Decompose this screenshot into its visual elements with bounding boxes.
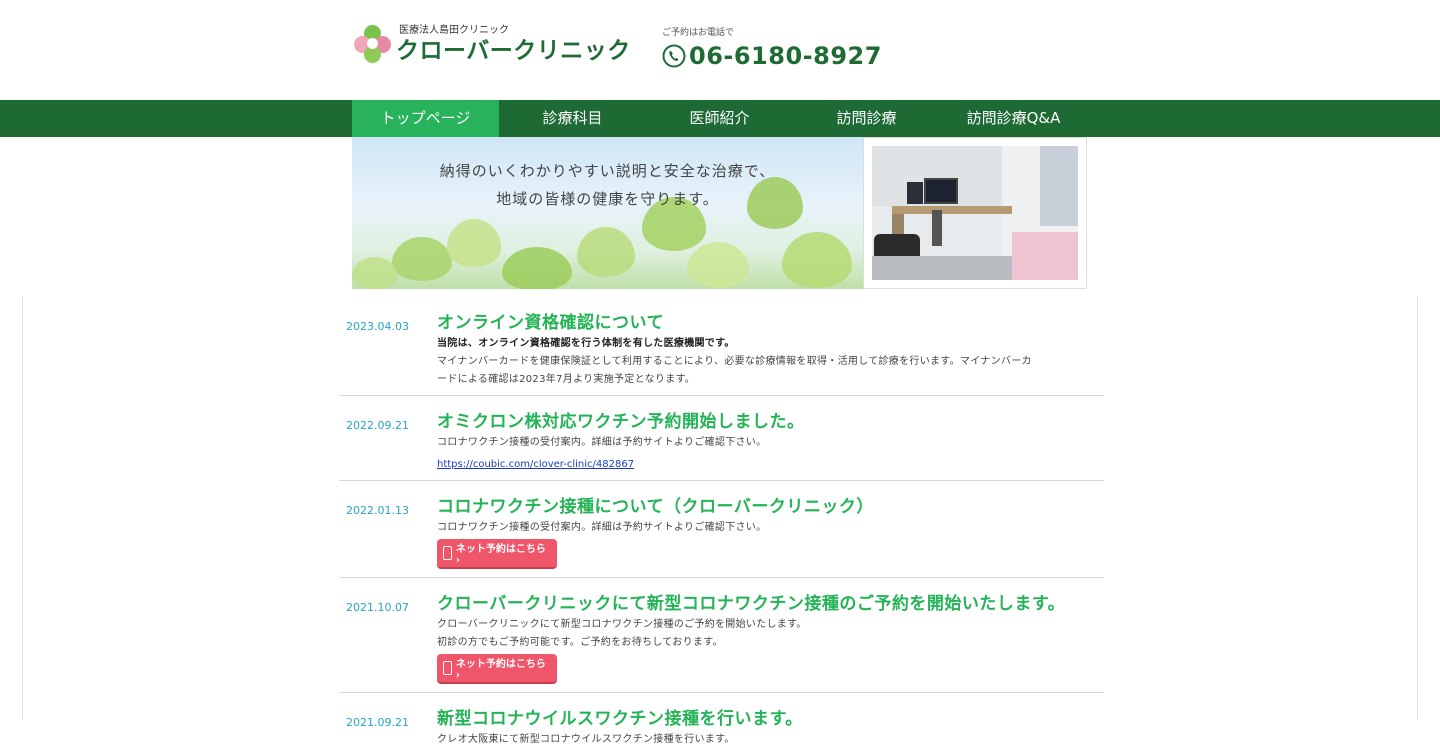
leaf-decoration [447, 219, 501, 267]
leaf-decoration [687, 242, 749, 288]
nav-item-departments[interactable]: 診療科目 [499, 100, 646, 137]
hero-message-line1: 納得のいくわかりやすい説明と安全な治療で、 [439, 162, 776, 180]
nav-item-home-visit[interactable]: 訪問診療 [793, 100, 940, 137]
hero-message-line2: 地域の皆様の健康を守ります。 [496, 190, 719, 208]
leaf-decoration [502, 247, 572, 289]
news-title[interactable]: オミクロン株対応ワクチン予約開始しました。 [437, 410, 1104, 434]
news-item: 2023.04.03 オンライン資格確認について 当院は、オンライン資格確認を行… [339, 297, 1104, 396]
smartphone-icon [443, 546, 452, 560]
news-date: 2021.10.07 [346, 601, 409, 614]
news-date: 2022.09.21 [346, 419, 409, 432]
news-item: 2021.09.21 新型コロナウイルスワクチン接種を行います。 クレオ大阪東に… [339, 693, 1104, 755]
news-title[interactable]: コロナワクチン接種について（クローバークリニック） [437, 495, 1104, 519]
leaf-decoration [352, 257, 398, 289]
clinic-logo[interactable]: 医療法人島田クリニック クローバークリニック [354, 24, 631, 64]
nav-item-top[interactable]: トップページ [352, 100, 499, 137]
news-text: クレオ大阪東にて新型コロナウイルスワクチン接種を行います。 [437, 734, 735, 745]
net-reservation-label: ネット予約はこちら › [455, 544, 546, 566]
news-text: ードによる確認は2023年7月より実施予定となります。 [437, 374, 696, 385]
site-header: 医療法人島田クリニック クローバークリニック ご予約はお電話で 06-6180-… [0, 0, 1440, 100]
news-text: コロナワクチン接種の受付案内。詳細は予約サイトよりご確認下さい。 [437, 522, 767, 533]
news-text-bold: 当院は、オンライン資格確認を行う体制を有した医療機関です。 [437, 338, 735, 349]
leaf-decoration [577, 227, 635, 277]
news-item: 2022.01.13 コロナワクチン接種について（クローバークリニック） コロナ… [339, 481, 1104, 578]
news-title[interactable]: 新型コロナウイルスワクチン接種を行います。 [437, 707, 1104, 731]
leaf-decoration [392, 237, 452, 281]
news-date: 2023.04.03 [346, 320, 409, 333]
news-text: 初診の方でもご予約可能です。ご予約をお待ちしております。 [437, 637, 723, 648]
news-list: 2023.04.03 オンライン資格確認について 当院は、オンライン資格確認を行… [339, 297, 1104, 755]
leaf-decoration [782, 232, 852, 288]
net-reservation-label: ネット予約はこちら › [455, 659, 546, 681]
reservation-link[interactable]: https://coubic.com/clover-clinic/482867 [437, 459, 634, 470]
logo-title: クローバークリニック [396, 38, 631, 64]
main-content: 2023.04.03 オンライン資格確認について 当院は、オンライン資格確認を行… [22, 297, 1418, 745]
global-nav: トップページ 診療科目 医師紹介 訪問診療 訪問診療Q&A [0, 100, 1440, 137]
logo-subtitle: 医療法人島田クリニック [399, 25, 509, 36]
news-item: 2021.10.07 クローバークリニックにて新型コロナワクチン接種のご予約を開… [339, 578, 1104, 693]
hero-banner: 納得のいくわかりやすい説明と安全な治療で、 地域の皆様の健康を守ります。 [352, 137, 863, 289]
news-title[interactable]: クローバークリニックにて新型コロナワクチン接種のご予約を開始いたします。 [437, 592, 1104, 616]
clover-logo-icon [354, 25, 392, 63]
news-text: マイナンバーカードを健康保険証として利用することにより、必要な診療情報を取得・活… [437, 356, 1032, 367]
net-reservation-button[interactable]: ネット予約はこちら › [437, 539, 557, 569]
clinic-interior-photo [872, 146, 1078, 280]
phone-label: ご予約はお電話で [662, 28, 735, 38]
clinic-photo-frame [863, 137, 1087, 289]
smartphone-icon [443, 661, 452, 675]
phone-block: ご予約はお電話で 06-6180-8927 [662, 27, 882, 70]
net-reservation-button[interactable]: ネット予約はこちら › [437, 654, 557, 684]
news-text: クローバークリニックにて新型コロナワクチン接種のご予約を開始いたします。 [437, 619, 807, 630]
news-item: 2022.09.21 オミクロン株対応ワクチン予約開始しました。 コロナワクチン… [339, 396, 1104, 481]
news-text: コロナワクチン接種の受付案内。詳細は予約サイトよりご確認下さい。 [437, 437, 767, 448]
phone-number[interactable]: 06-6180-8927 [689, 42, 882, 70]
nav-item-doctors[interactable]: 医師紹介 [646, 100, 793, 137]
nav-item-home-visit-qa[interactable]: 訪問診療Q&A [940, 100, 1087, 137]
news-date: 2022.01.13 [346, 504, 409, 517]
phone-icon [662, 44, 686, 68]
news-title[interactable]: オンライン資格確認について [437, 311, 1104, 335]
news-date: 2021.09.21 [346, 716, 409, 729]
